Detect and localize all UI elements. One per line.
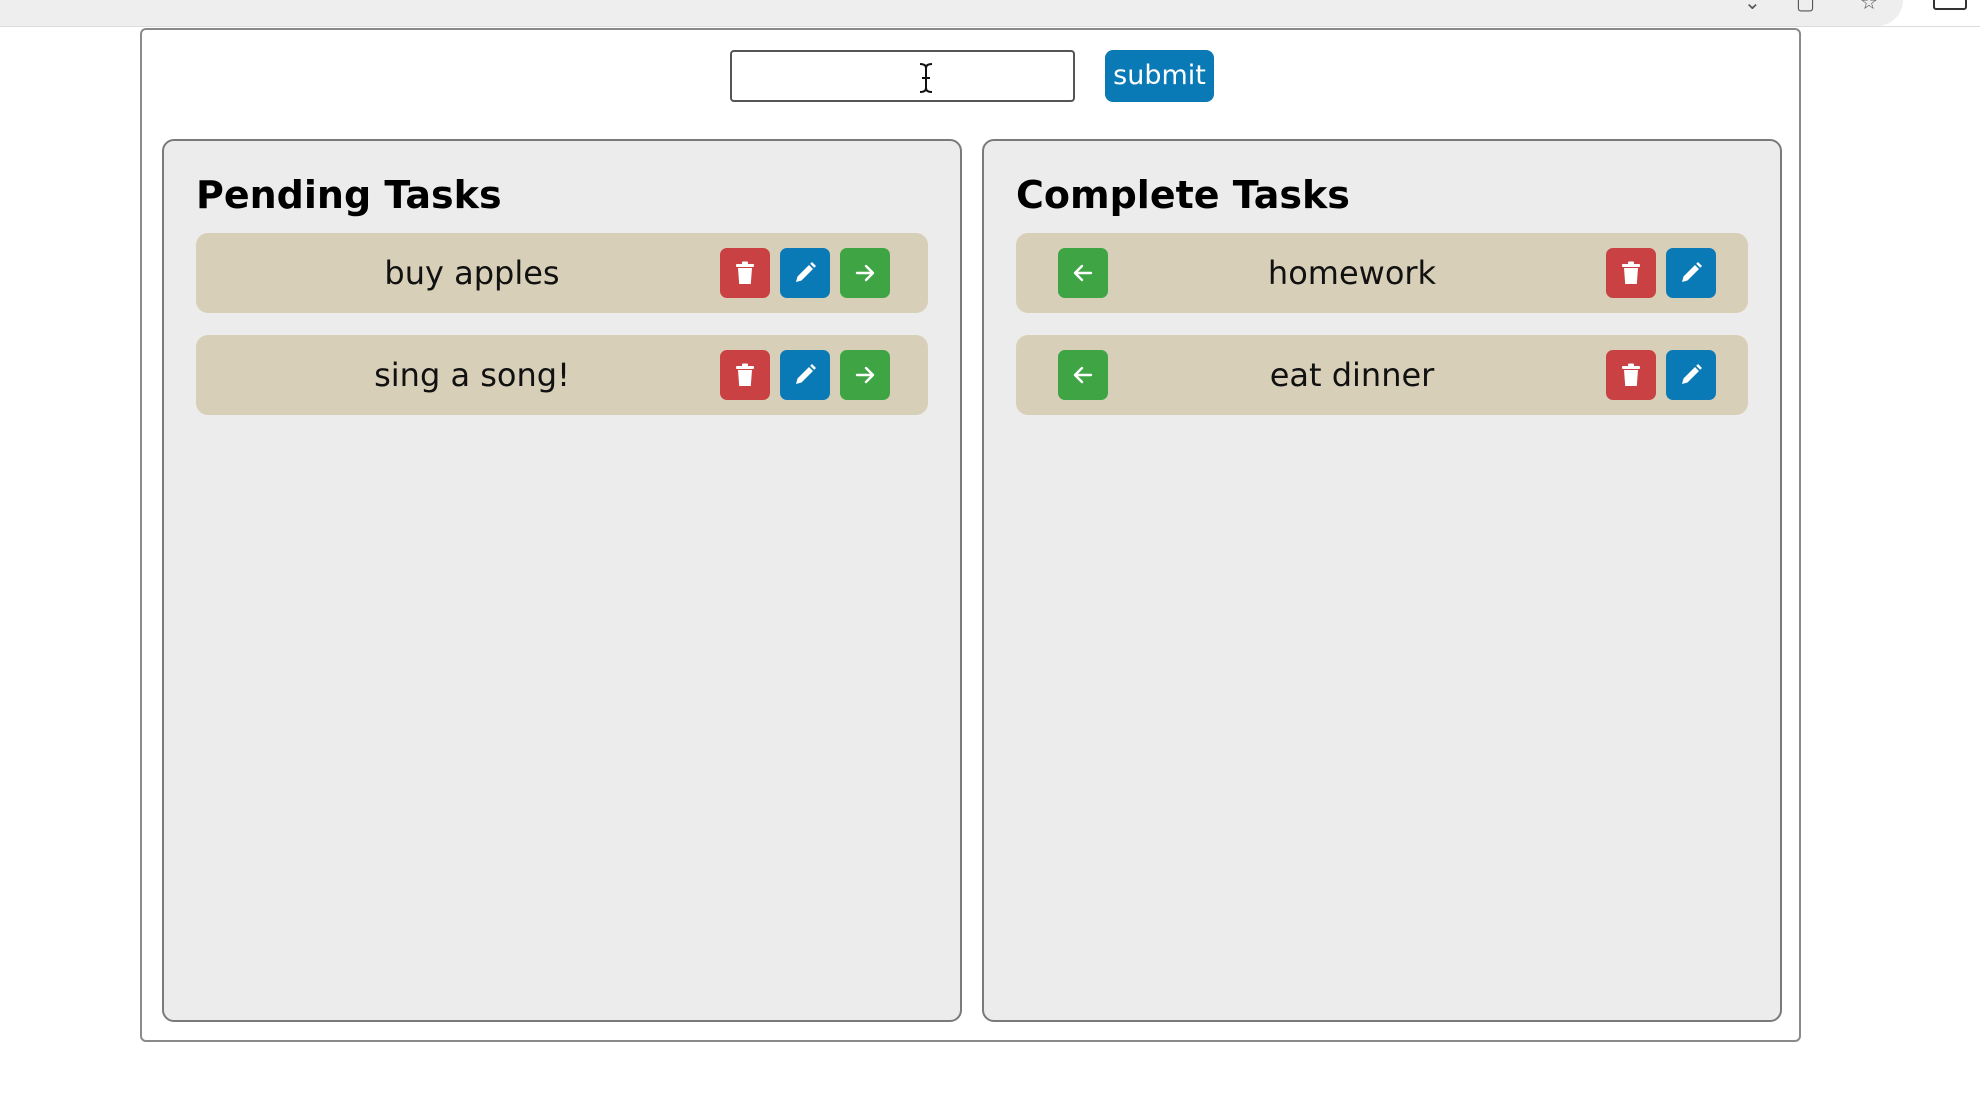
pencil-icon [1682,364,1702,384]
delete-task-button[interactable] [720,350,770,400]
arrow-right-icon [855,264,875,282]
arrow-left-icon [1073,366,1093,384]
task-input[interactable] [730,50,1075,102]
complete-task-item: eat dinner [1016,335,1748,415]
pencil-icon [796,364,816,384]
pending-task-item: buy apples [196,233,928,313]
trash-icon [1622,363,1640,386]
complete-tasks-panel: Complete Tasks homework eat dinner [982,139,1782,1022]
delete-task-button[interactable] [1606,350,1656,400]
pending-tasks-panel: Pending Tasks buy apples sing a song! [162,139,962,1022]
move-to-complete-button[interactable] [840,350,890,400]
window-icon[interactable]: ▢ [1796,0,1815,12]
chevron-down-icon[interactable]: ⌄ [1744,0,1761,12]
task-label: homework [1267,254,1437,292]
edit-task-button[interactable] [1666,248,1716,298]
edit-task-button[interactable] [780,248,830,298]
task-label: buy apples [384,254,560,292]
move-to-pending-button[interactable] [1058,350,1108,400]
delete-task-button[interactable] [720,248,770,298]
move-to-complete-button[interactable] [840,248,890,298]
pencil-icon [1682,262,1702,282]
browser-chrome: ⌄ ▢ ☆ [0,0,1980,27]
arrow-left-icon [1073,264,1093,282]
edit-task-button[interactable] [780,350,830,400]
complete-tasks-title: Complete Tasks [1016,173,1350,217]
pending-tasks-title: Pending Tasks [196,173,502,217]
trash-icon [736,261,754,284]
submit-button[interactable]: submit [1105,50,1214,102]
trash-icon [1622,261,1640,284]
edit-task-button[interactable] [1666,350,1716,400]
delete-task-button[interactable] [1606,248,1656,298]
trash-icon [736,363,754,386]
star-icon[interactable]: ☆ [1860,0,1878,12]
browser-toolbar [0,0,1903,26]
extension-icon[interactable] [1933,0,1967,10]
task-label: eat dinner [1269,356,1435,394]
text-cursor-icon [919,63,933,93]
task-label: sing a song! [374,356,570,394]
pending-task-item: sing a song! [196,335,928,415]
pencil-icon [796,262,816,282]
arrow-right-icon [855,366,875,384]
move-to-pending-button[interactable] [1058,248,1108,298]
complete-task-item: homework [1016,233,1748,313]
